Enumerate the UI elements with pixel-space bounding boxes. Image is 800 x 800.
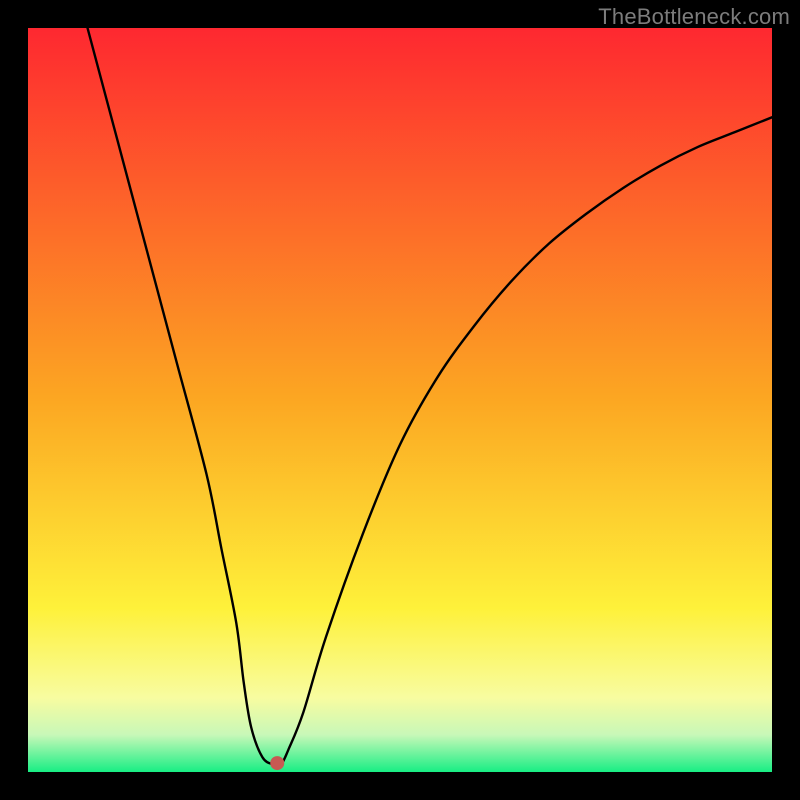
watermark-text: TheBottleneck.com <box>598 4 790 30</box>
optimal-point-marker <box>270 756 284 770</box>
gradient-background <box>28 28 772 772</box>
chart-frame <box>28 28 772 772</box>
bottleneck-chart <box>28 28 772 772</box>
